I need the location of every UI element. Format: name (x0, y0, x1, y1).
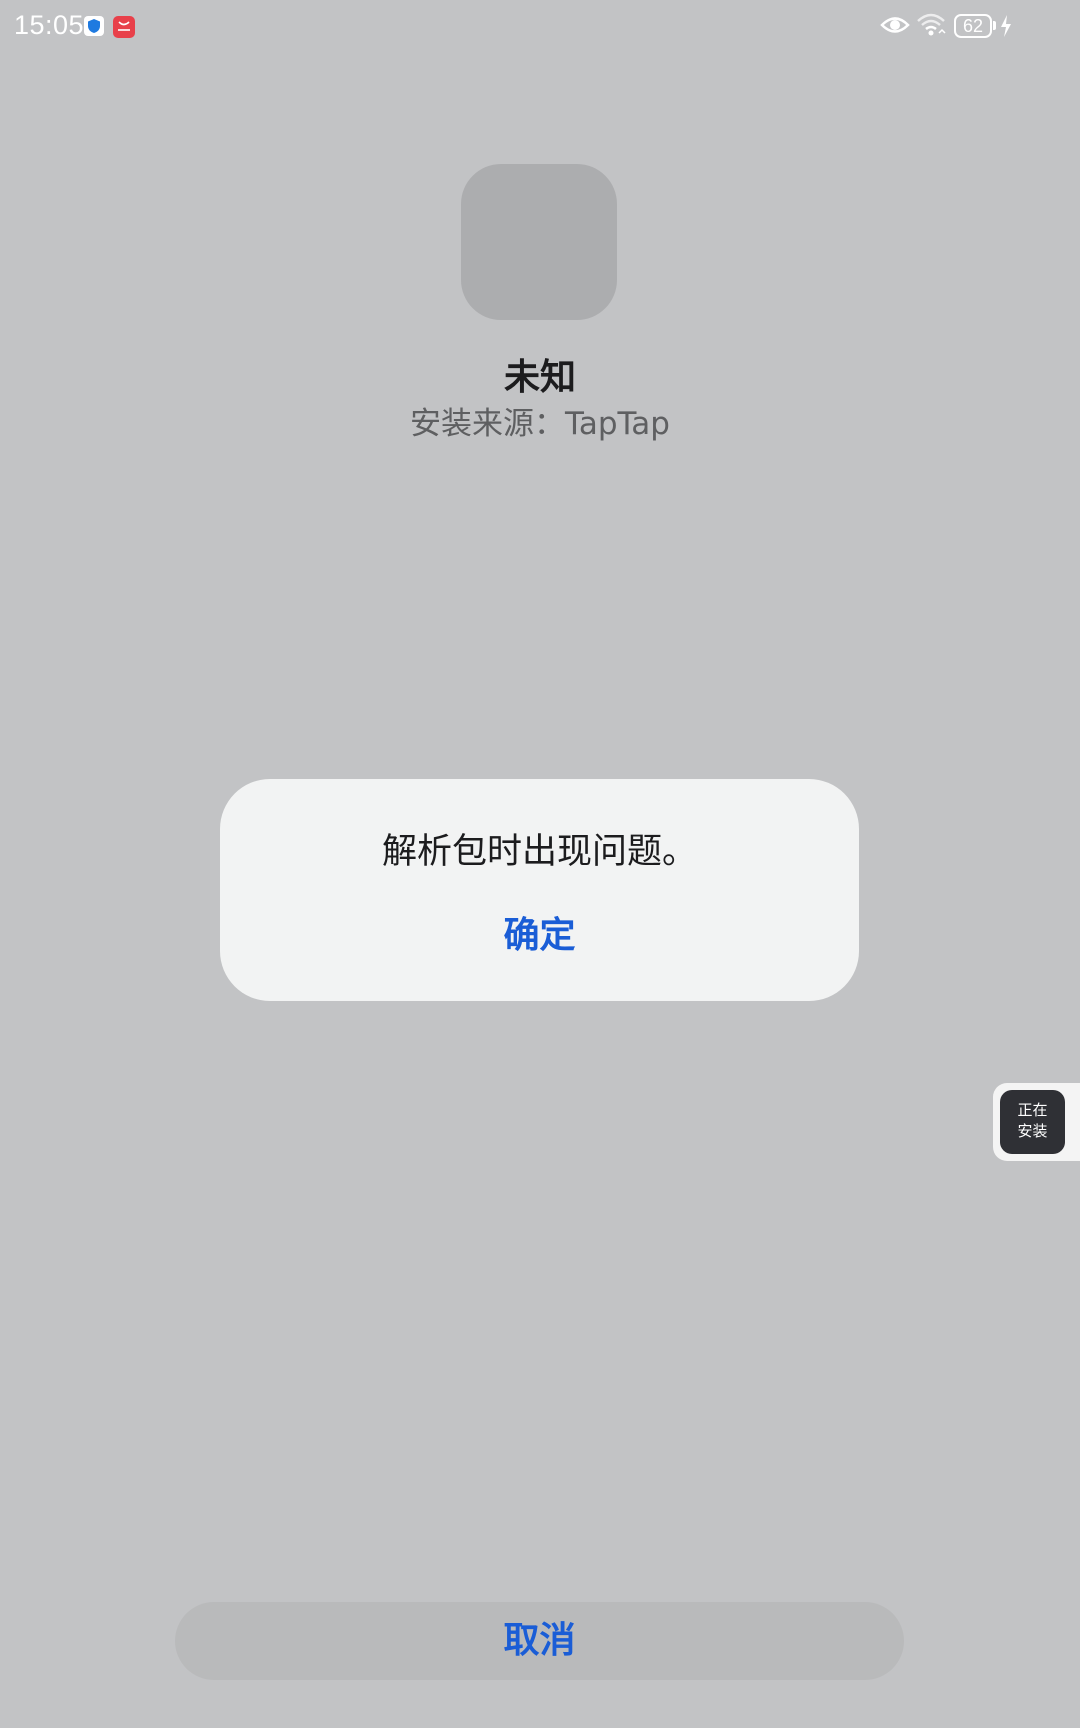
dialog-message: 解析包时出现问题。 (381, 832, 697, 872)
error-dialog: 解析包时出现问题。 确定 (220, 779, 859, 1001)
confirm-button[interactable]: 确定 (440, 903, 639, 969)
charging-bolt-icon (999, 14, 1013, 38)
installing-badge-line1: 正在 (1017, 1101, 1048, 1119)
battery-tip (993, 21, 996, 30)
battery-icon: 62 (954, 14, 992, 38)
status-bar: 15:05 62 (0, 0, 1080, 56)
installing-badge-text: 正在 安装 (1000, 1100, 1065, 1142)
installing-badge-line2: 安装 (1017, 1122, 1048, 1140)
wifi-icon (916, 12, 946, 38)
shield-icon (84, 16, 104, 36)
installing-badge[interactable]: 正在 安装 (993, 1083, 1080, 1161)
eye-icon (880, 14, 910, 36)
cancel-button[interactable]: 取消 (175, 1602, 904, 1680)
app-icon-placeholder (461, 164, 617, 320)
huawei-store-icon (113, 16, 135, 38)
app-name: 未知 (503, 357, 576, 398)
status-time: 15:05 (14, 10, 85, 40)
installing-app-thumbnail: 正在 安装 (1000, 1090, 1065, 1154)
install-source: 安装来源：TapTap (410, 406, 670, 442)
